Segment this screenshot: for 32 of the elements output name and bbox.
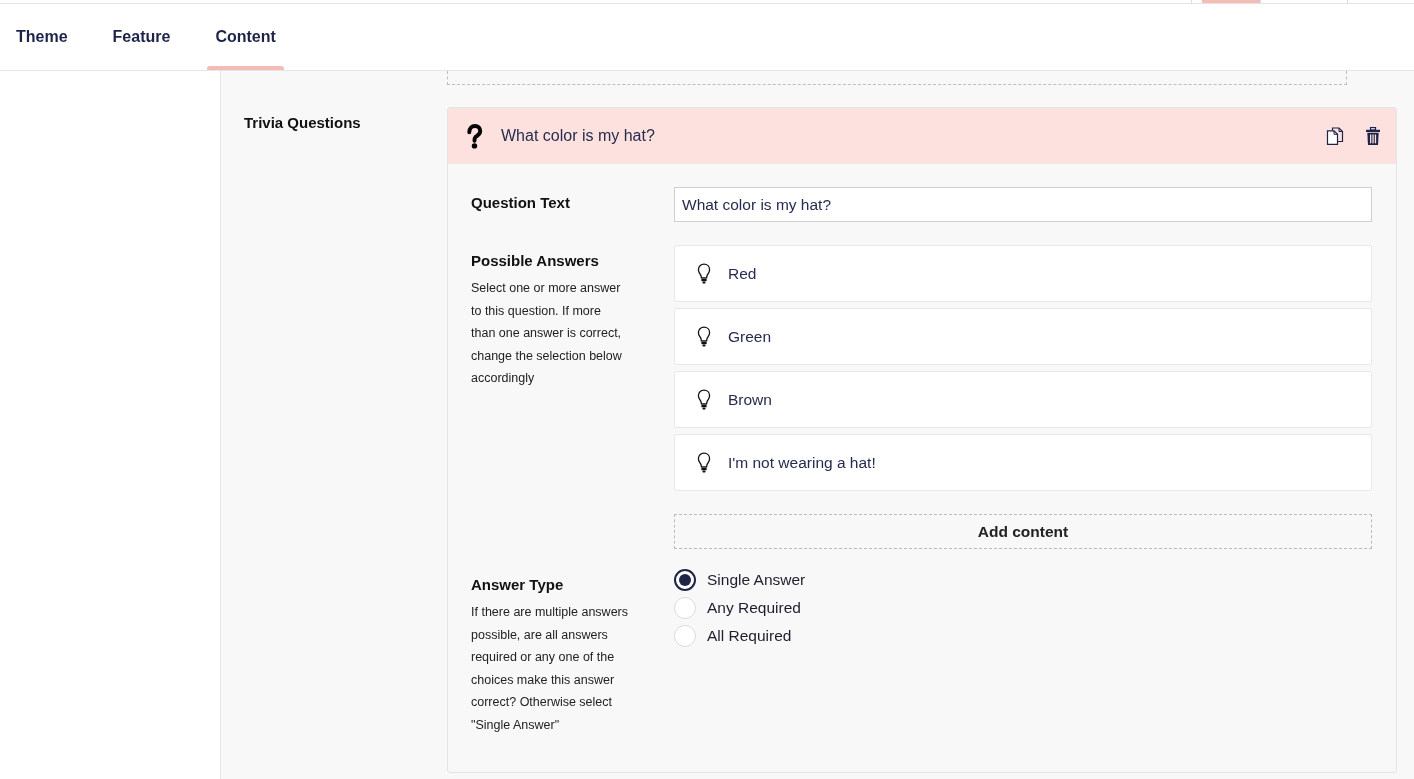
radio-label[interactable]: Any Required <box>707 599 801 617</box>
copy-icon <box>1326 127 1344 145</box>
copy-button[interactable] <box>1326 127 1344 145</box>
field-label: Question Text <box>471 194 571 212</box>
tab-stub[interactable] <box>1191 0 1260 3</box>
section-label: Trivia Questions <box>244 113 362 132</box>
answer-item[interactable]: Red <box>674 245 1372 302</box>
question-text-field[interactable]: What color is my hat? <box>674 187 1372 222</box>
trash-icon <box>1366 127 1380 145</box>
lightbulb-icon <box>697 389 711 410</box>
card-title: What color is my hat? <box>501 127 656 145</box>
answer-item[interactable]: Brown <box>674 371 1372 428</box>
answer-item[interactable]: I'm not wearing a hat! <box>674 434 1372 491</box>
lightbulb-icon <box>697 452 711 473</box>
radio-button[interactable] <box>674 569 696 591</box>
tab[interactable]: Theme <box>8 4 76 70</box>
dashed-button-edge[interactable] <box>447 71 1347 85</box>
help-text: Select one or more answer to this question. If more than one answer is correct, change the selection below accordingly <box>471 280 623 387</box>
tab[interactable]: Content <box>207 4 284 70</box>
delete-button[interactable] <box>1366 127 1380 145</box>
lightbulb-icon <box>697 326 711 347</box>
field-label: Answer Type <box>471 576 565 594</box>
lightbulb-icon <box>697 263 711 284</box>
radio-label[interactable]: All Required <box>707 627 792 645</box>
card-header[interactable]: What color is my hat? <box>448 108 1396 164</box>
add-content-button[interactable]: Add content <box>674 514 1372 549</box>
tab[interactable]: Feature <box>104 4 179 70</box>
question-mark-icon <box>467 123 483 149</box>
help-text: If there are multiple answers possible, are all answers required or any one of the choices make this answer correct? Otherwise select "Single Answer" <box>471 604 629 734</box>
radio-label[interactable]: Single Answer <box>707 571 806 589</box>
answer-item[interactable]: Green <box>674 308 1372 365</box>
field-label: Possible Answers <box>471 252 600 270</box>
